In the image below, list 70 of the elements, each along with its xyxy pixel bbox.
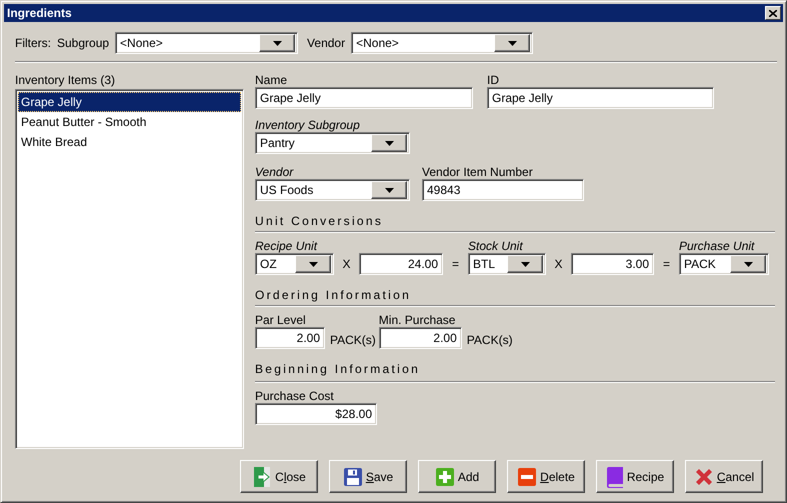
window-title: Ingredients [7,6,72,20]
name-field[interactable]: Grape Jelly [255,87,473,109]
caret-icon [384,188,394,192]
caret-icon [384,140,394,146]
recipe-unit-dropdown[interactable]: OZ [255,253,334,275]
subgroup-dropdown[interactable]: Pantry [255,132,410,154]
field-label: Min. Purchase [378,313,456,327]
field-label: Stock Unit [468,239,524,253]
quantity-field[interactable]: 24.00 [359,253,443,275]
book-icon [606,466,624,488]
operator-label: X [553,256,564,273]
unit-label: PACK(s) [466,332,513,349]
quantity-field[interactable]: 3.00 [571,253,654,275]
purchase-unit-dropdown[interactable]: PACK [679,253,769,275]
filters-label: Filters: [15,36,51,50]
field-label: Vendor [255,165,295,179]
unit-label: PACK(s) [330,332,376,349]
vendor-label: Vendor [307,36,346,50]
vendor-dropdown[interactable]: US Foods [255,179,410,201]
caret-icon [272,40,282,46]
close-button[interactable] [765,6,781,20]
field-label: Vendor Item Number [422,165,534,179]
caret-icon [508,40,517,46]
exit-door-icon [252,466,272,488]
list-item[interactable]: Grape Jelly [18,92,241,112]
id-field[interactable]: Grape Jelly [487,87,714,109]
field-label: ID [487,73,500,87]
operator-label: = [662,256,671,273]
section-heading: Unit Conversions [255,214,384,228]
dropdown-button[interactable] [295,255,331,273]
vendor-filter-dropdown[interactable]: <None> [351,32,534,54]
close-button[interactable]: Close [240,460,318,493]
field-label: Purchase Cost [255,389,335,403]
field-label: Par Level [255,313,307,327]
plus-icon [434,466,455,486]
dropdown-button[interactable] [259,34,296,52]
operator-label: = [450,256,460,273]
dropdown-button[interactable] [507,255,543,273]
subgroup-filter-dropdown[interactable]: <None> [115,32,298,54]
stock-unit-dropdown[interactable]: BTL [468,253,546,275]
section-heading: Beginning Information [255,362,422,376]
recipe-button[interactable]: Recipe [596,460,674,493]
cross-icon [694,466,714,486]
section-heading: Ordering Information [255,288,412,302]
vendor-item-number-field[interactable]: 49843 [422,179,584,201]
list-item[interactable]: Peanut Butter - Smooth [18,112,241,132]
caret-icon [520,262,530,266]
save-button[interactable]: Save [329,460,407,493]
field-label: Recipe Unit [255,239,318,253]
minus-icon [517,466,538,486]
field-label: Purchase Unit [679,239,756,253]
add-button[interactable]: Add [418,460,496,493]
close-icon [769,10,777,16]
list-title: Inventory Items (3) [15,73,116,87]
par-level-field[interactable]: 2.00 [255,327,325,349]
dropdown-button[interactable] [371,134,407,152]
field-label: Inventory Subgroup [255,118,361,132]
operator-label: X [341,256,352,273]
list-item[interactable]: White Bread [18,132,241,152]
caret-icon [308,262,318,266]
min-purchase-field[interactable]: 2.00 [378,327,462,349]
caret-icon [744,262,752,266]
dropdown-button[interactable] [494,34,530,52]
cancel-button[interactable]: Cancel [685,460,763,493]
subgroup-label: Subgroup [57,36,110,50]
dropdown-button[interactable] [730,255,766,273]
purchase-cost-field[interactable]: $28.00 [255,403,377,425]
dropdown-button[interactable] [371,181,407,199]
delete-button[interactable]: Delete [507,460,585,493]
field-label: Name [255,73,288,87]
